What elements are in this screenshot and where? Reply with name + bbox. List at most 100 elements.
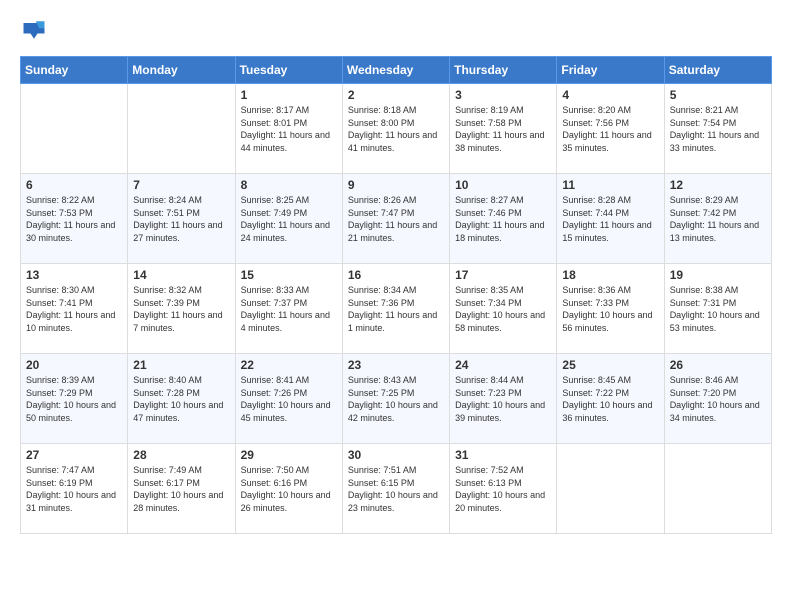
- day-number: 21: [133, 358, 229, 372]
- day-number: 17: [455, 268, 551, 282]
- day-number: 2: [348, 88, 444, 102]
- page: SundayMondayTuesdayWednesdayThursdayFrid…: [0, 0, 792, 554]
- calendar-cell: 20 Sunrise: 8:39 AMSunset: 7:29 PMDayligh…: [21, 354, 128, 444]
- day-info: Sunrise: 8:29 AMSunset: 7:42 PMDaylight:…: [670, 194, 766, 244]
- calendar-cell: 7 Sunrise: 8:24 AMSunset: 7:51 PMDaylight…: [128, 174, 235, 264]
- day-info: Sunrise: 8:34 AMSunset: 7:36 PMDaylight:…: [348, 284, 444, 334]
- day-number: 20: [26, 358, 122, 372]
- calendar-week: 1 Sunrise: 8:17 AMSunset: 8:01 PMDaylight…: [21, 84, 772, 174]
- calendar-cell: 25 Sunrise: 8:45 AMSunset: 7:22 PMDayligh…: [557, 354, 664, 444]
- header-day: Sunday: [21, 57, 128, 84]
- day-info: Sunrise: 8:45 AMSunset: 7:22 PMDaylight:…: [562, 374, 658, 424]
- day-info: Sunrise: 8:40 AMSunset: 7:28 PMDaylight:…: [133, 374, 229, 424]
- day-number: 5: [670, 88, 766, 102]
- header-day: Monday: [128, 57, 235, 84]
- day-info: Sunrise: 8:36 AMSunset: 7:33 PMDaylight:…: [562, 284, 658, 334]
- day-info: Sunrise: 8:41 AMSunset: 7:26 PMDaylight:…: [241, 374, 337, 424]
- calendar-cell: 13Sunrise: 8:30 AMSunset: 7:41 PMDayligh…: [21, 264, 128, 354]
- day-info: Sunrise: 8:20 AMSunset: 7:56 PMDaylight:…: [562, 104, 658, 154]
- logo: [20, 16, 52, 44]
- day-info: Sunrise: 7:47 AMSunset: 6:19 PMDaylight:…: [26, 464, 122, 514]
- calendar-cell: 2 Sunrise: 8:18 AMSunset: 8:00 PMDaylight…: [342, 84, 449, 174]
- day-info: Sunrise: 8:32 AMSunset: 7:39 PMDaylight:…: [133, 284, 229, 334]
- day-info: Sunrise: 8:17 AMSunset: 8:01 PMDaylight:…: [241, 104, 337, 154]
- day-info: Sunrise: 8:33 AMSunset: 7:37 PMDaylight:…: [241, 284, 337, 334]
- logo-icon: [20, 16, 48, 44]
- calendar-cell: 19Sunrise: 8:38 AMSunset: 7:31 PMDayligh…: [664, 264, 771, 354]
- day-info: Sunrise: 7:49 AMSunset: 6:17 PMDaylight:…: [133, 464, 229, 514]
- day-info: Sunrise: 8:30 AMSunset: 7:41 PMDaylight:…: [26, 284, 122, 334]
- calendar-cell: 9Sunrise: 8:26 AMSunset: 7:47 PMDaylight…: [342, 174, 449, 264]
- header: [20, 16, 772, 44]
- calendar-cell: 21 Sunrise: 8:40 AMSunset: 7:28 PMDayligh…: [128, 354, 235, 444]
- day-info: Sunrise: 7:50 AMSunset: 6:16 PMDaylight:…: [241, 464, 337, 514]
- day-number: 29: [241, 448, 337, 462]
- day-info: Sunrise: 8:44 AMSunset: 7:23 PMDaylight:…: [455, 374, 551, 424]
- day-number: 4: [562, 88, 658, 102]
- day-number: 14: [133, 268, 229, 282]
- day-number: 25: [562, 358, 658, 372]
- header-day: Saturday: [664, 57, 771, 84]
- header-day: Thursday: [450, 57, 557, 84]
- calendar-cell: 15 Sunrise: 8:33 AMSunset: 7:37 PMDayligh…: [235, 264, 342, 354]
- day-number: 10: [455, 178, 551, 192]
- calendar-cell: 3 Sunrise: 8:19 AMSunset: 7:58 PMDaylight…: [450, 84, 557, 174]
- day-number: 27: [26, 448, 122, 462]
- calendar-cell: 18 Sunrise: 8:36 AMSunset: 7:33 PMDayligh…: [557, 264, 664, 354]
- calendar-cell: 26Sunrise: 8:46 AMSunset: 7:20 PMDayligh…: [664, 354, 771, 444]
- day-number: 31: [455, 448, 551, 462]
- day-info: Sunrise: 8:39 AMSunset: 7:29 PMDaylight:…: [26, 374, 122, 424]
- day-number: 28: [133, 448, 229, 462]
- calendar-cell: 11 Sunrise: 8:28 AMSunset: 7:44 PMDayligh…: [557, 174, 664, 264]
- day-info: Sunrise: 8:25 AMSunset: 7:49 PMDaylight:…: [241, 194, 337, 244]
- calendar-cell: [664, 444, 771, 534]
- calendar-week: 20 Sunrise: 8:39 AMSunset: 7:29 PMDayligh…: [21, 354, 772, 444]
- day-number: 18: [562, 268, 658, 282]
- day-info: Sunrise: 8:27 AMSunset: 7:46 PMDaylight:…: [455, 194, 551, 244]
- day-info: Sunrise: 8:18 AMSunset: 8:00 PMDaylight:…: [348, 104, 444, 154]
- day-number: 23: [348, 358, 444, 372]
- calendar-cell: [557, 444, 664, 534]
- day-info: Sunrise: 8:24 AMSunset: 7:51 PMDaylight:…: [133, 194, 229, 244]
- day-number: 15: [241, 268, 337, 282]
- header-row: SundayMondayTuesdayWednesdayThursdayFrid…: [21, 57, 772, 84]
- calendar-cell: [21, 84, 128, 174]
- day-number: 16: [348, 268, 444, 282]
- calendar: SundayMondayTuesdayWednesdayThursdayFrid…: [20, 56, 772, 534]
- calendar-header: SundayMondayTuesdayWednesdayThursdayFrid…: [21, 57, 772, 84]
- header-day: Friday: [557, 57, 664, 84]
- day-number: 8: [241, 178, 337, 192]
- calendar-cell: 1 Sunrise: 8:17 AMSunset: 8:01 PMDaylight…: [235, 84, 342, 174]
- calendar-cell: 14 Sunrise: 8:32 AMSunset: 7:39 PMDayligh…: [128, 264, 235, 354]
- day-number: 11: [562, 178, 658, 192]
- header-day: Tuesday: [235, 57, 342, 84]
- calendar-cell: 31 Sunrise: 7:52 AMSunset: 6:13 PMDayligh…: [450, 444, 557, 534]
- day-number: 1: [241, 88, 337, 102]
- day-info: Sunrise: 8:35 AMSunset: 7:34 PMDaylight:…: [455, 284, 551, 334]
- day-info: Sunrise: 8:22 AMSunset: 7:53 PMDaylight:…: [26, 194, 122, 244]
- day-number: 26: [670, 358, 766, 372]
- day-number: 6: [26, 178, 122, 192]
- calendar-cell: 12Sunrise: 8:29 AMSunset: 7:42 PMDayligh…: [664, 174, 771, 264]
- day-number: 7: [133, 178, 229, 192]
- calendar-cell: 17 Sunrise: 8:35 AMSunset: 7:34 PMDayligh…: [450, 264, 557, 354]
- calendar-cell: 23 Sunrise: 8:43 AMSunset: 7:25 PMDayligh…: [342, 354, 449, 444]
- day-info: Sunrise: 8:19 AMSunset: 7:58 PMDaylight:…: [455, 104, 551, 154]
- day-number: 24: [455, 358, 551, 372]
- day-info: Sunrise: 8:21 AMSunset: 7:54 PMDaylight:…: [670, 104, 766, 154]
- calendar-cell: 24 Sunrise: 8:44 AMSunset: 7:23 PMDayligh…: [450, 354, 557, 444]
- calendar-week: 13Sunrise: 8:30 AMSunset: 7:41 PMDayligh…: [21, 264, 772, 354]
- day-info: Sunrise: 7:52 AMSunset: 6:13 PMDaylight:…: [455, 464, 551, 514]
- calendar-week: 27 Sunrise: 7:47 AMSunset: 6:19 PMDayligh…: [21, 444, 772, 534]
- calendar-cell: 30Sunrise: 7:51 AMSunset: 6:15 PMDayligh…: [342, 444, 449, 534]
- calendar-cell: 5 Sunrise: 8:21 AMSunset: 7:54 PMDaylight…: [664, 84, 771, 174]
- day-info: Sunrise: 8:26 AMSunset: 7:47 PMDaylight:…: [348, 194, 444, 244]
- day-info: Sunrise: 7:51 AMSunset: 6:15 PMDaylight:…: [348, 464, 444, 514]
- day-info: Sunrise: 8:43 AMSunset: 7:25 PMDaylight:…: [348, 374, 444, 424]
- day-number: 3: [455, 88, 551, 102]
- calendar-cell: 27 Sunrise: 7:47 AMSunset: 6:19 PMDayligh…: [21, 444, 128, 534]
- day-info: Sunrise: 8:28 AMSunset: 7:44 PMDaylight:…: [562, 194, 658, 244]
- calendar-cell: 29 Sunrise: 7:50 AMSunset: 6:16 PMDayligh…: [235, 444, 342, 534]
- calendar-body: 1 Sunrise: 8:17 AMSunset: 8:01 PMDaylight…: [21, 84, 772, 534]
- calendar-cell: 28 Sunrise: 7:49 AMSunset: 6:17 PMDayligh…: [128, 444, 235, 534]
